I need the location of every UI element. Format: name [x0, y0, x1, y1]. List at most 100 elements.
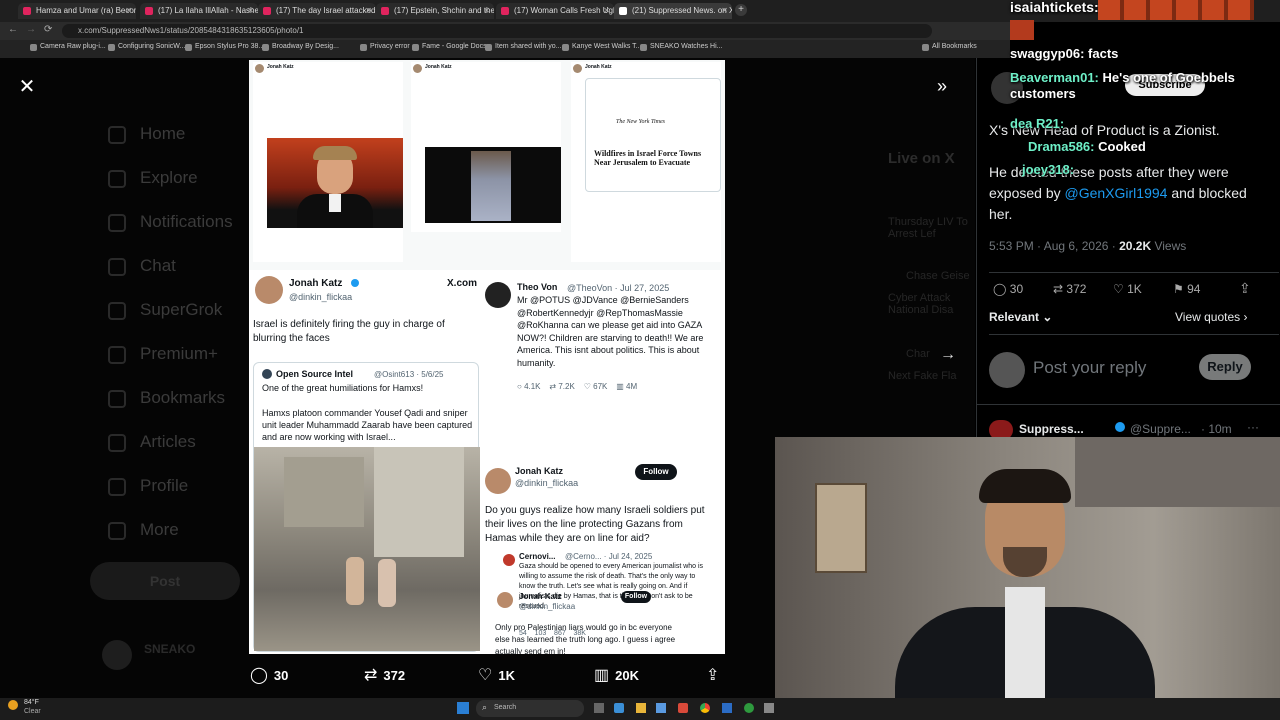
avatar — [989, 352, 1025, 388]
chat-message: Drama586: Cooked — [1028, 139, 1146, 154]
browser-tab[interactable]: Hamza and Umar (ra) Become ✕ — [18, 3, 136, 19]
taskbar-search[interactable]: ⌕ Search — [476, 700, 584, 717]
bookmark-item[interactable]: Camera Raw plug-i... — [30, 43, 106, 51]
xbox-icon[interactable] — [744, 703, 754, 713]
bookmark-item[interactable]: Kanye West Walks T... — [562, 43, 642, 51]
weather-desc: Clear — [24, 708, 41, 715]
trend-item[interactable]: Chase Geise — [906, 270, 970, 282]
author-handle: @dinkin_flickaa — [519, 602, 576, 611]
newspaper-name: The New York Times — [616, 119, 665, 125]
view-quotes-link[interactable]: View quotes › — [1175, 310, 1248, 324]
close-tab-icon[interactable]: ✕ — [721, 3, 728, 19]
weather-temp: 84°F — [24, 699, 39, 706]
reply-action[interactable]: ◯ 30 — [250, 665, 288, 685]
premium-icon — [108, 346, 126, 364]
nav-profile[interactable]: Profile — [140, 476, 188, 496]
avatar[interactable] — [102, 640, 132, 670]
author-handle: @TheoVon · Jul 27, 2025 — [567, 283, 670, 293]
nav-supergrok[interactable]: SuperGrok — [140, 300, 222, 320]
like-stat[interactable]: ♡ 1K — [1113, 282, 1142, 296]
task-view-icon[interactable] — [594, 703, 604, 713]
nav-explore[interactable]: Explore — [140, 168, 198, 188]
bookmark-item[interactable]: SNEAKO Watches Hi... — [640, 43, 722, 51]
nav-notifications[interactable]: Notifications — [140, 212, 233, 232]
share-action[interactable]: ⇪ — [706, 665, 725, 685]
heart-icon: ♡ — [1113, 282, 1128, 296]
tab-label: Hamza and Umar (ra) Become — [36, 6, 136, 15]
trend-item[interactable]: Char — [906, 348, 930, 360]
browser-tab[interactable]: (17) Woman Calls Fresh Ugly A✕ — [496, 3, 614, 19]
all-bookmarks[interactable]: All Bookmarks — [922, 43, 977, 51]
nav-bookmarks[interactable]: Bookmarks — [140, 388, 225, 408]
avatar — [485, 282, 511, 308]
video-thumbnail — [425, 147, 561, 223]
bookmark-item[interactable]: Privacy error — [360, 43, 410, 51]
bookmark-item[interactable]: Broadway By Desig... — [262, 43, 339, 51]
more-icon[interactable]: ··· — [1247, 420, 1259, 434]
folder-icon[interactable] — [636, 703, 646, 713]
author-handle: @Osint613 · 5/6/25 — [374, 370, 444, 379]
collage-card: Jonah Katz The New York Times Wildfires … — [571, 62, 721, 262]
close-icon[interactable]: ✕ — [16, 76, 38, 98]
close-tab-icon[interactable]: ✕ — [365, 3, 372, 19]
bookmark-item[interactable]: Fame - Google Docs — [412, 43, 487, 51]
close-tab-icon[interactable]: ✕ — [125, 3, 132, 19]
tweet-text: Do you guys realize how many Israeli sol… — [485, 505, 705, 544]
new-tab-button[interactable]: + — [735, 4, 747, 16]
close-tab-icon[interactable]: ✕ — [483, 3, 490, 19]
mention-link[interactable]: @GenXGirl1994 — [1065, 185, 1168, 201]
windows-start-icon[interactable] — [457, 702, 469, 714]
collage-author: Jonah Katz — [425, 64, 452, 70]
chat-username: joey318: — [1022, 162, 1075, 177]
repost-icon: ⇄ — [364, 667, 378, 684]
bookmark-stat[interactable]: ⚑ 94 — [1173, 282, 1200, 296]
bookmark-item[interactable]: Item shared with yo... — [485, 43, 562, 51]
live-on-x-heading: Live on X — [888, 150, 955, 167]
trend-item[interactable]: Next Fake Fla — [888, 370, 956, 382]
home-icon — [108, 126, 126, 144]
post-button[interactable]: Post — [90, 562, 240, 600]
app-icon[interactable] — [764, 703, 774, 713]
bookmarks-bar: Camera Raw plug-i... Configuring SonicW.… — [0, 40, 1010, 58]
like-action[interactable]: ♡ 1K — [478, 665, 515, 685]
repost-action[interactable]: ⇄ 372 — [364, 665, 405, 685]
url-field[interactable]: x.com/SuppressedNws1/status/208548431863… — [62, 24, 932, 38]
browser-tab-active[interactable]: (21) Suppressed News. on X: " ✕ — [614, 3, 732, 19]
trend-item[interactable]: Cyber Attack National Disa — [888, 292, 973, 316]
close-tab-icon[interactable]: ✕ — [603, 3, 610, 19]
reload-icon[interactable]: ⟳ — [44, 24, 52, 35]
collage-author: Jonah Katz — [585, 64, 612, 70]
youtube-icon — [381, 7, 389, 15]
sort-dropdown[interactable]: Relevant ⌄ — [989, 310, 1052, 324]
bookmark-item[interactable]: Configuring SonicW... — [108, 43, 185, 51]
nav-articles[interactable]: Articles — [140, 432, 196, 452]
reply-button[interactable]: Reply — [1199, 354, 1251, 380]
next-media-icon[interactable]: → — [940, 346, 956, 364]
nav-premium[interactable]: Premium+ — [140, 344, 218, 364]
reply-stat[interactable]: ◯ 30 — [993, 282, 1023, 296]
nav-home[interactable]: Home — [140, 124, 185, 144]
reply-input[interactable]: Post your reply — [1033, 358, 1146, 378]
close-tab-icon[interactable]: ✕ — [247, 3, 254, 19]
app-icon[interactable] — [678, 703, 688, 713]
app-icon[interactable] — [656, 703, 666, 713]
bookmark-item[interactable]: Epson Stylus Pro 38... — [185, 43, 264, 51]
repost-stat[interactable]: ⇄ 372 — [1053, 282, 1086, 296]
bookmark-icon — [108, 390, 126, 408]
share-icon[interactable]: ⇪ — [1239, 280, 1251, 297]
views-action[interactable]: ▥ 20K — [594, 665, 639, 685]
post-media-image[interactable]: Jonah Katz Jonah Katz Jonah Katz The New… — [249, 60, 725, 654]
browser-tab[interactable]: (17) Epstein, Shchin and the A ✕ — [376, 3, 494, 19]
collapse-panel-icon[interactable]: » — [937, 76, 959, 98]
browser-tab[interactable]: (17) The day Israel attacked Th ✕ — [258, 3, 376, 19]
trend-item[interactable]: Thursday LIV To Arrest Lef — [888, 216, 973, 240]
edge-icon[interactable] — [614, 703, 624, 713]
nav-chat[interactable]: Chat — [140, 256, 176, 276]
chat-username: isaiahtickets: — [1010, 0, 1099, 15]
nav-more[interactable]: More — [140, 520, 179, 540]
chrome-icon[interactable] — [700, 703, 710, 713]
browser-tab[interactable]: (17) La Ilaha IllAllah - Nashee ✕ — [140, 3, 258, 19]
back-icon[interactable]: ← — [8, 24, 18, 35]
app-icon[interactable] — [722, 703, 732, 713]
forward-icon[interactable]: → — [26, 24, 36, 35]
